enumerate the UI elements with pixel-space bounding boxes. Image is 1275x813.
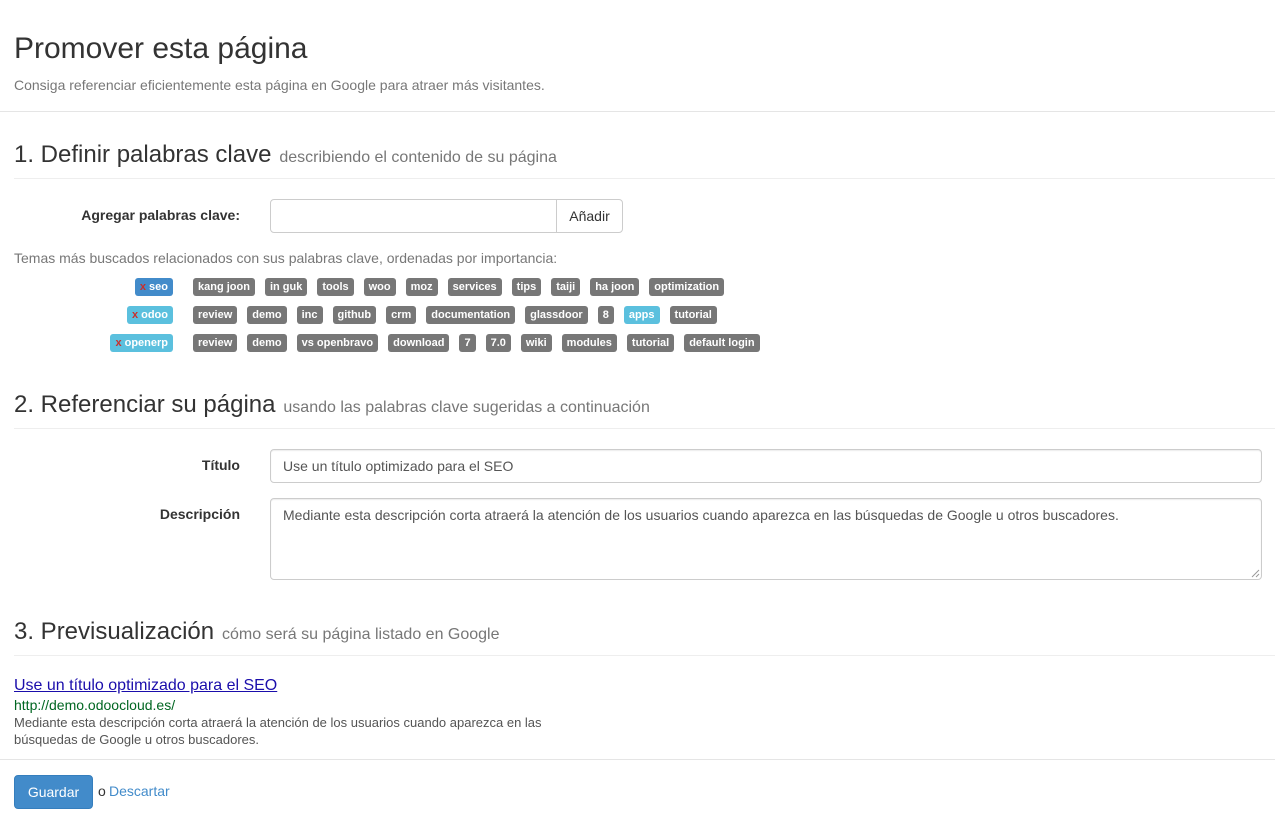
section-keywords-subtitle: describiendo el contenido de su página [279,149,557,166]
related-keyword-tag[interactable]: taiji [551,278,581,296]
discard-link[interactable]: Descartar [109,783,170,799]
related-keyword-tag[interactable]: crm [386,306,417,324]
dialog-footer [0,759,1275,813]
related-keyword-tag[interactable]: documentation [426,306,516,324]
related-keyword-tag[interactable]: services [447,278,502,296]
section-preview-subtitle: cómo será su página listado en Google [222,626,500,643]
related-keyword-tag[interactable]: tutorial [626,334,675,352]
section-reference-title: 2. Referenciar su página [14,391,276,418]
section-reference-heading: 2. Referenciar su página usando las pala… [14,391,1275,429]
related-keyword-tag[interactable]: kang joon [193,278,255,296]
seo-title-input[interactable] [270,449,1262,483]
resize-grip-icon[interactable] [1251,569,1260,578]
page-subtitle: Consiga referenciar eficientemente esta … [14,77,545,93]
remove-keyword-icon[interactable]: x [115,337,121,349]
preview-url: http://demo.odoocloud.es/ [14,697,176,713]
related-keyword-tag[interactable]: tools [317,278,354,296]
related-keyword-tag[interactable]: moz [405,278,438,296]
keyword-hint: Temas más buscados relacionados con sus … [14,250,558,266]
keyword-tag-label: seo [149,281,168,293]
section-reference-subtitle: usando las palabras clave sugeridas a co… [283,399,650,416]
keyword-tag-openerp: x openerp [110,334,173,352]
or-text: o [98,783,106,799]
related-keyword-tag[interactable]: optimization [649,278,725,296]
related-keyword-tag[interactable]: review [193,334,238,352]
related-keyword-tag[interactable]: review [193,306,238,324]
title-label: Título [201,457,240,473]
related-keyword-tag[interactable]: woo [363,278,396,296]
remove-keyword-icon[interactable]: x [140,281,146,293]
page-title: Promover esta página [14,32,308,65]
related-keyword-tag[interactable]: tutorial [669,306,717,324]
related-keyword-tag[interactable]: inc [296,306,323,324]
keyword-tag-label: openerp [124,337,168,349]
page-header: Promover esta página Consiga referenciar… [0,0,1275,112]
save-button[interactable]: Guardar [14,775,93,809]
preview-description: Mediante esta descripción corta atraerá … [14,715,542,747]
related-keyword-tag[interactable]: ha joon [590,278,640,296]
section-preview-title: 3. Previsualización [14,618,215,645]
related-keyword-tag[interactable]: glassdoor [525,306,588,324]
related-keyword-tag[interactable]: apps [623,306,660,324]
related-keyword-tag[interactable]: 7 [459,334,476,352]
add-keyword-button[interactable]: Añadir [556,199,623,233]
related-keyword-tag[interactable]: demo [247,334,287,352]
section-preview-heading: 3. Previsualización cómo será su página … [14,618,1275,656]
keyword-input[interactable] [270,199,557,233]
promote-page-dialog: Promover esta página Consiga referenciar… [0,0,1275,813]
preview-title-link[interactable]: Use un título optimizado para el SEO [14,676,554,696]
description-label: Descripción [159,506,240,522]
add-keyword-label: Agregar palabras clave: [81,207,240,223]
related-keyword-tag[interactable]: demo [247,306,287,324]
related-keyword-tag[interactable]: default login [684,334,760,352]
related-keyword-tag[interactable]: download [388,334,450,352]
related-keyword-tag[interactable]: 7.0 [485,334,511,352]
remove-keyword-icon[interactable]: x [132,309,138,321]
seo-description-textarea[interactable]: Mediante esta descripción corta atraerá … [270,498,1262,580]
section-keywords-heading: 1. Definir palabras clave describiendo e… [14,141,1275,179]
related-keyword-tag[interactable]: wiki [520,334,552,352]
related-keyword-tag[interactable]: in guk [264,278,308,296]
keyword-tag-label: odoo [141,309,168,321]
related-keyword-tag[interactable]: 8 [597,306,614,324]
related-keyword-tag[interactable]: github [332,306,377,324]
google-preview: Use un título optimizado para el SEO htt… [14,676,554,748]
related-keyword-tag[interactable]: vs openbravo [296,334,379,352]
related-keyword-tag[interactable]: tips [511,278,542,296]
keyword-tag-odoo: x odoo [126,306,173,324]
related-keyword-tag[interactable]: modules [561,334,617,352]
section-keywords-title: 1. Definir palabras clave [14,141,272,168]
keyword-tag-seo: x seo [134,278,173,296]
